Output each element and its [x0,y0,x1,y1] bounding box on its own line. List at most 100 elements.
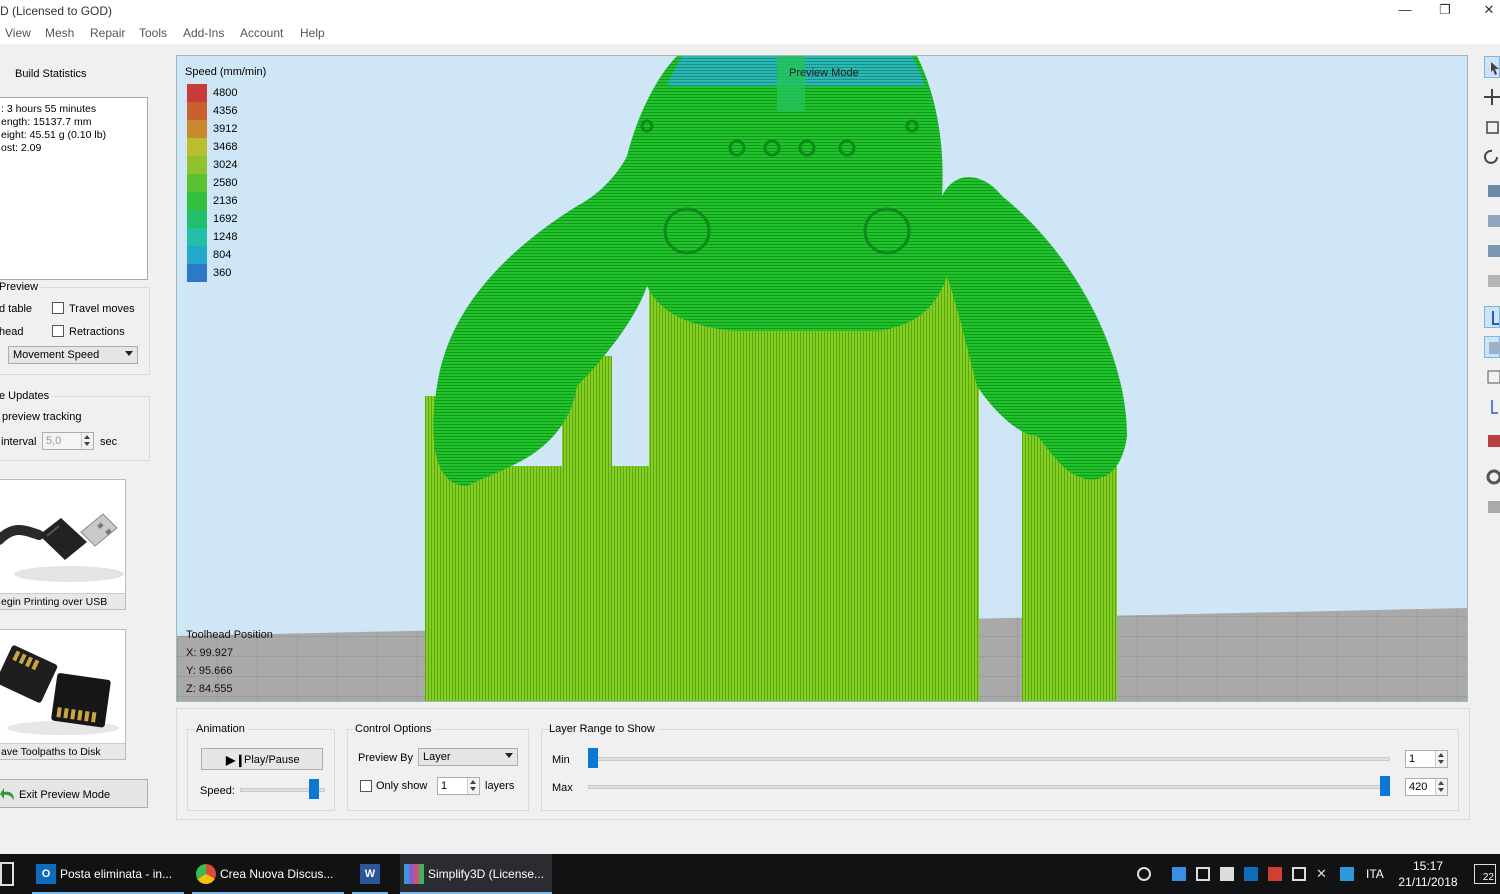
view-top-icon[interactable] [1484,210,1500,232]
travel-moves-checkbox[interactable] [52,302,64,314]
spin-down-icon [470,787,476,791]
menu-bar: View Mesh Repair Tools Add-Ins Account H… [0,22,1500,44]
window-title: D (Licensed to GOD) [0,4,113,18]
control-options-group: Control Options Preview By Layer Only sh… [347,723,529,811]
axes-icon[interactable] [1484,396,1500,418]
menu-add-ins[interactable]: Add-Ins [183,26,224,40]
preview-by-select[interactable]: Layer [418,748,518,766]
play-pause-button[interactable]: ▶❙ Play/Pause [201,748,323,770]
save-to-disk-caption: ave Toolpaths to Disk [0,743,125,759]
clock-date: 21/11/2018 [1398,875,1458,889]
exit-preview-button[interactable]: Exit Preview Mode [0,779,148,808]
view-front-icon[interactable] [1484,180,1500,202]
axis-icon[interactable] [1484,306,1500,328]
scale-icon[interactable] [1484,116,1500,138]
restore-button[interactable]: ❐ [1422,0,1468,22]
max-slider-track[interactable] [588,785,1390,789]
tray-app-icon[interactable] [1220,867,1234,881]
spin-down-icon [84,442,90,446]
toolhead-y: Y: 95.666 [186,665,233,677]
legend-swatch [187,264,207,282]
preview-by-label: Preview By [358,752,414,764]
build-statistics-title: Build Statistics [15,68,87,80]
move-icon[interactable] [1484,86,1500,108]
outlook-icon: O [36,864,56,884]
legend-swatch [187,174,207,192]
select-icon[interactable] [1484,56,1500,78]
taskbar-item-chrome[interactable]: Crea Nuova Discus... [192,854,344,894]
speed-slider-thumb[interactable] [309,779,319,799]
legend-swatch [187,210,207,228]
play-pause-label: Play/Pause [244,754,300,766]
menu-tools[interactable]: Tools [139,26,167,40]
menu-view[interactable]: View [5,26,31,40]
save-to-disk-tile[interactable]: ave Toolpaths to Disk [0,629,126,760]
toolhead-title: Toolhead Position [186,629,273,641]
clock-time: 15:17 [1412,859,1444,873]
section-icon[interactable] [1484,430,1500,452]
retractions-checkbox[interactable] [52,325,64,337]
coloring-select[interactable]: Movement Speed [8,346,138,364]
show-toolhead-label: head [0,326,24,338]
interval-spinbox[interactable]: 5,0 [42,432,94,450]
gear-icon[interactable] [1484,466,1500,488]
wireframe-icon[interactable] [1484,366,1500,388]
3d-viewport[interactable]: Speed (mm/min) 4800 4356 3912 3468 3024 … [176,55,1468,702]
simplify3d-icon [404,864,424,884]
people-icon[interactable] [1137,867,1151,881]
language-indicator[interactable]: ITA [1366,867,1384,881]
animation-title: Animation [196,723,248,735]
layer-range-title: Layer Range to Show [549,723,658,735]
legend-value: 3912 [213,123,238,135]
interval-label: interval [1,436,37,448]
menu-mesh[interactable]: Mesh [45,26,74,40]
only-show-spinbox[interactable]: 1 [437,777,480,795]
view-cube-icon[interactable] [1484,336,1500,358]
rotate-icon[interactable] [1484,146,1500,168]
min-slider-track[interactable] [588,757,1390,761]
view-side-icon[interactable] [1484,240,1500,262]
usb-print-tile[interactable]: egin Printing over USB [0,479,126,610]
legend-value: 360 [213,267,232,279]
only-show-value: 1 [441,780,448,792]
taskbar-item-label: Crea Nuova Discus... [220,867,334,881]
min-layer-spinbox[interactable]: 1 [1405,750,1448,768]
preview-tracking-label[interactable]: preview tracking [2,411,81,423]
view-iso-icon[interactable] [1484,270,1500,292]
network-icon[interactable] [1196,867,1210,881]
dropbox-icon[interactable] [1172,867,1186,881]
battery-icon[interactable] [1292,867,1306,881]
taskbar-item-outlook[interactable]: O Posta eliminata - in... [32,854,184,894]
calculator-icon[interactable] [0,862,14,886]
max-slider-thumb[interactable] [1380,776,1390,796]
tray-sync-icon[interactable] [1340,867,1354,881]
clock[interactable]: 15:17 21/11/2018 [1398,858,1458,890]
preview-group: Preview d table head Travel moves Retrac… [0,281,150,375]
word-icon: W [360,864,380,884]
menu-repair[interactable]: Repair [90,26,125,40]
taskbar-item-label: Posta eliminata - in... [60,867,173,881]
outlook-tray-icon[interactable] [1244,867,1258,881]
notifications-icon[interactable]: 22 [1474,864,1496,884]
spin-down-icon [1438,760,1444,764]
taskbar-item-word[interactable]: W [352,854,388,894]
close-button[interactable]: ✕ [1466,0,1500,22]
menu-account[interactable]: Account [240,26,283,40]
layers-label: layers [485,780,515,792]
sd-card-icon [0,630,125,742]
taskbar-item-simplify3d[interactable]: Simplify3D (License... [400,854,552,894]
build-statistics-group: Build Statistics : 3 hours 55 minutes en… [0,56,160,280]
menu-help[interactable]: Help [300,26,325,40]
stat-line-time: : 3 hours 55 minutes [1,103,97,115]
volume-muted-icon[interactable]: ✕ [1316,867,1330,881]
only-show-checkbox[interactable] [360,780,372,792]
min-slider-thumb[interactable] [588,748,598,768]
max-layer-spinbox[interactable]: 420 [1405,778,1448,796]
preview-by-value: Layer [423,751,451,763]
only-show-label: Only show [376,780,428,792]
legend-swatch [187,138,207,156]
legend-value: 1692 [213,213,238,225]
max-label: Max [552,782,573,794]
tray-alert-icon[interactable] [1268,867,1282,881]
layers-icon[interactable] [1484,496,1500,518]
